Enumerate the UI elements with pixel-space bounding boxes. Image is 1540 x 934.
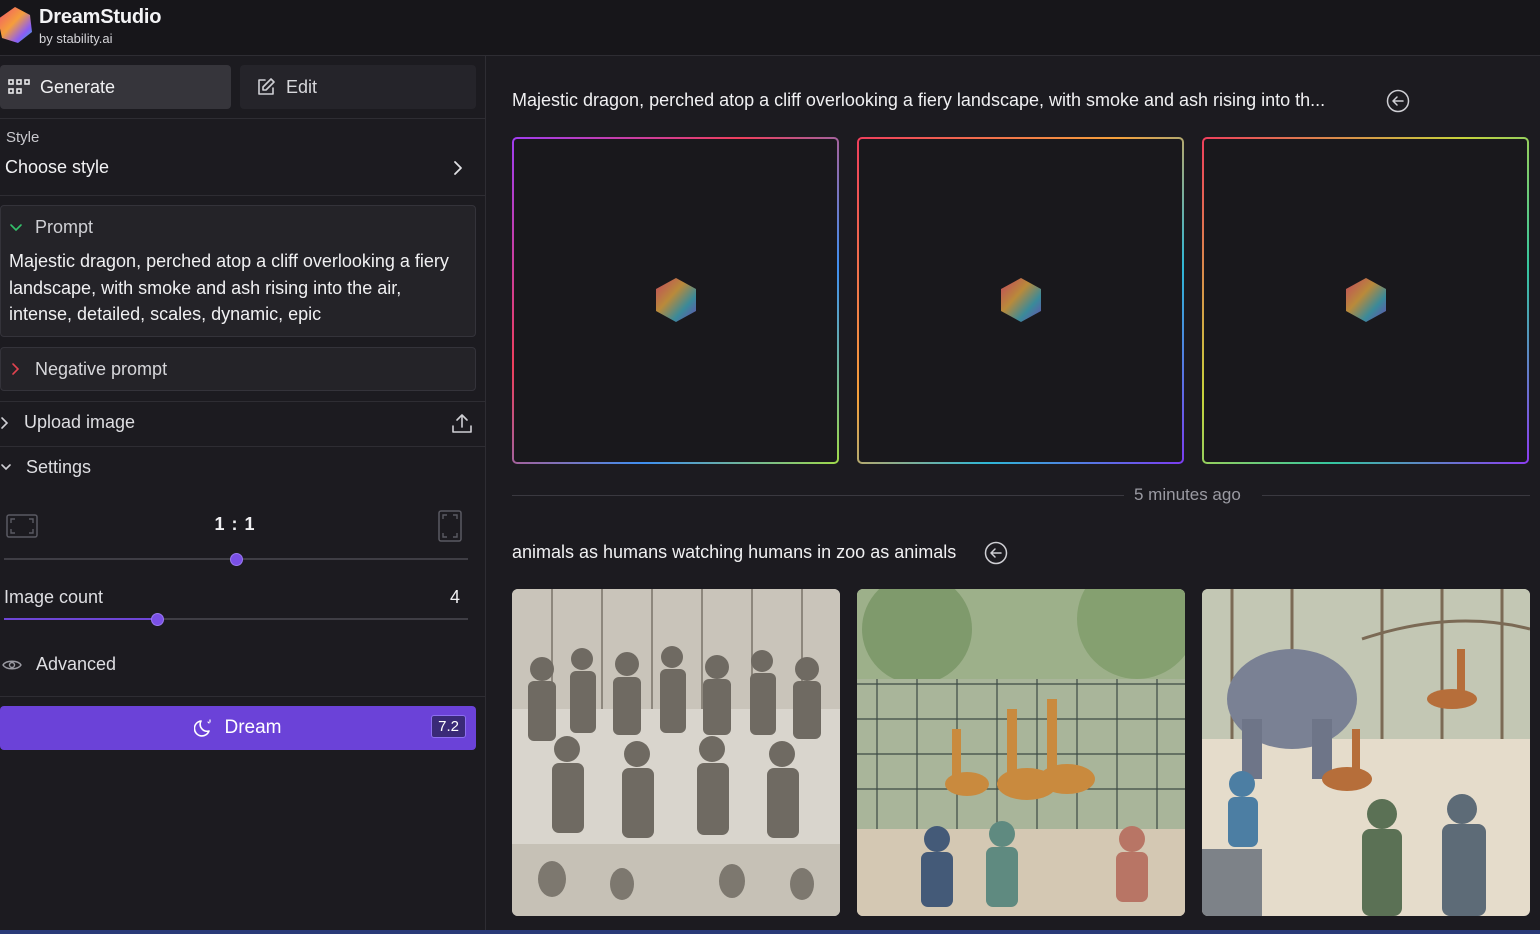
generate-tab-label: Generate	[40, 76, 116, 97]
upload-icon[interactable]	[451, 413, 473, 435]
image-count-value: 4	[450, 587, 461, 607]
generation-prompt-title: Majestic dragon, perched atop a cliff ov…	[512, 90, 1326, 110]
upload-image-label: Upload image	[24, 412, 136, 432]
generation-prompt-title: animals as humans watching humans in zoo…	[512, 542, 957, 562]
dreamstudio-spinner-icon	[656, 278, 696, 322]
edit-tab[interactable]: Edit	[240, 65, 476, 109]
generating-placeholder[interactable]	[1202, 137, 1529, 464]
upload-image-toggle[interactable]: Upload image	[0, 412, 135, 433]
dreamstudio-spinner-icon	[1346, 278, 1386, 322]
grid-icon	[8, 79, 30, 94]
dream-button-label: Dream	[224, 717, 282, 738]
negative-prompt-label: Negative prompt	[35, 358, 168, 379]
generation-time: 5 minutes ago	[1134, 485, 1241, 504]
timeline-divider	[1262, 495, 1530, 496]
settings-toggle[interactable]: Settings	[0, 457, 91, 478]
generating-placeholder[interactable]	[512, 137, 839, 464]
dreamstudio-logo-icon[interactable]	[0, 5, 34, 45]
settings-label: Settings	[26, 457, 92, 477]
image-count-slider-thumb[interactable]	[151, 613, 165, 626]
style-selector[interactable]: Choose style	[5, 157, 109, 178]
prompt-panel: Prompt Majestic dragon, perched atop a c…	[0, 205, 476, 337]
sketch-crowd-image	[512, 589, 840, 916]
advanced-label: Advanced	[36, 654, 117, 674]
generating-placeholder[interactable]	[857, 137, 1184, 464]
landscape-ratio-icon[interactable]	[6, 514, 38, 538]
prompt-toggle[interactable]: Prompt	[9, 217, 93, 238]
image-count-slider-fill	[4, 618, 158, 620]
brand-subtitle: by stability.ai	[39, 31, 113, 46]
chevron-right-icon	[12, 363, 20, 375]
image-count-label: Image count	[4, 587, 104, 607]
generated-image[interactable]	[857, 589, 1185, 916]
chevron-down-icon	[1, 463, 11, 470]
chevron-right-icon[interactable]	[451, 159, 465, 177]
generated-image[interactable]	[512, 589, 840, 916]
moon-icon	[194, 719, 212, 737]
edit-tab-label: Edit	[286, 76, 318, 97]
window-bottom-edge	[0, 930, 1540, 934]
prompt-label: Prompt	[35, 217, 94, 237]
divider	[0, 118, 485, 119]
top-bar: DreamStudio by stability.ai	[0, 0, 1540, 56]
eye-icon	[2, 660, 22, 669]
portrait-ratio-icon[interactable]	[438, 510, 462, 542]
prompt-textarea[interactable]: Majestic dragon, perched atop a cliff ov…	[9, 248, 467, 328]
chevron-right-icon	[1, 416, 9, 429]
style-label: Style	[6, 129, 40, 146]
divider	[0, 195, 485, 196]
divider	[0, 401, 485, 402]
chevron-down-icon	[10, 223, 22, 231]
aspect-ratio-slider-thumb[interactable]	[230, 553, 243, 566]
sidebar: Generate Edit Style Choose style Prompt …	[0, 56, 486, 934]
divider	[0, 696, 485, 697]
zoo-giraffes-image	[857, 589, 1185, 916]
dreamstudio-spinner-icon	[1001, 278, 1041, 322]
zoo-elephant-image	[1202, 589, 1530, 916]
advanced-toggle[interactable]: Advanced	[2, 654, 116, 675]
generated-image[interactable]	[1202, 589, 1530, 916]
generate-tab[interactable]: Generate	[0, 65, 231, 109]
dream-button[interactable]: Dream 7.2	[0, 706, 476, 750]
credit-cost-badge: 7.2	[431, 715, 466, 738]
aspect-ratio-value: 1 : 1	[214, 514, 256, 534]
edit-icon	[258, 78, 275, 95]
negative-prompt-toggle[interactable]: Negative prompt	[0, 347, 476, 391]
divider	[0, 446, 485, 447]
reuse-prompt-icon[interactable]	[984, 541, 1008, 565]
generation-feed: Majestic dragon, perched atop a cliff ov…	[486, 56, 1540, 934]
reuse-prompt-icon[interactable]	[1386, 89, 1410, 113]
brand-name: DreamStudio	[39, 6, 162, 28]
timeline-divider	[512, 495, 1124, 496]
